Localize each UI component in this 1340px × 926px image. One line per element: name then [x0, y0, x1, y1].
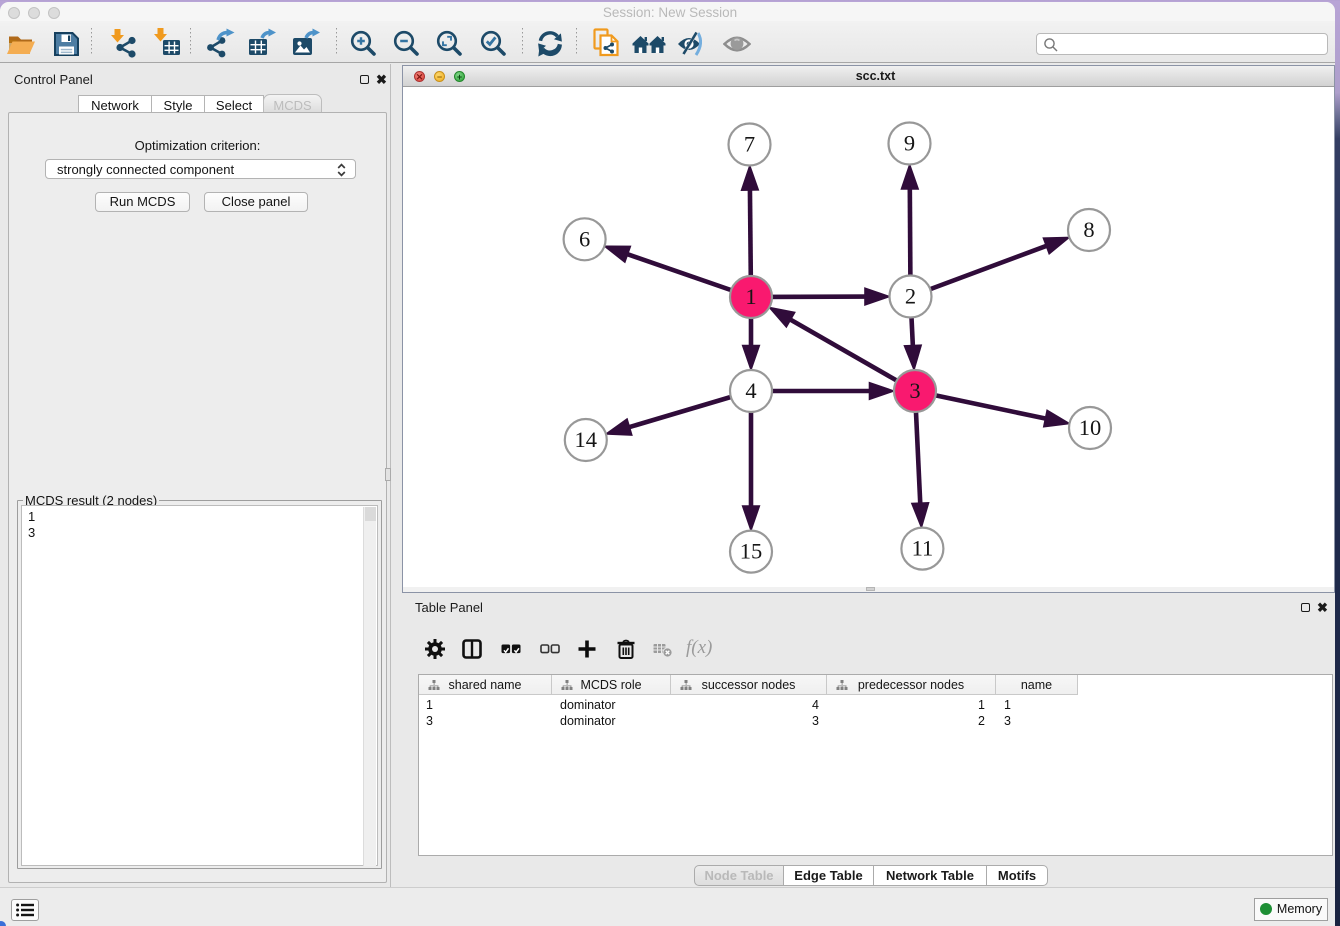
- svg-text:15: 15: [740, 539, 763, 564]
- svg-text:9: 9: [904, 131, 915, 156]
- svg-text:3: 3: [909, 378, 920, 403]
- svg-text:8: 8: [1083, 217, 1094, 242]
- svg-text:14: 14: [575, 427, 598, 452]
- svg-text:1: 1: [745, 284, 756, 309]
- svg-text:6: 6: [579, 226, 590, 251]
- svg-text:4: 4: [745, 378, 756, 403]
- svg-text:2: 2: [905, 284, 916, 309]
- svg-text:7: 7: [744, 132, 755, 157]
- svg-text:10: 10: [1079, 415, 1102, 440]
- svg-text:11: 11: [912, 536, 934, 561]
